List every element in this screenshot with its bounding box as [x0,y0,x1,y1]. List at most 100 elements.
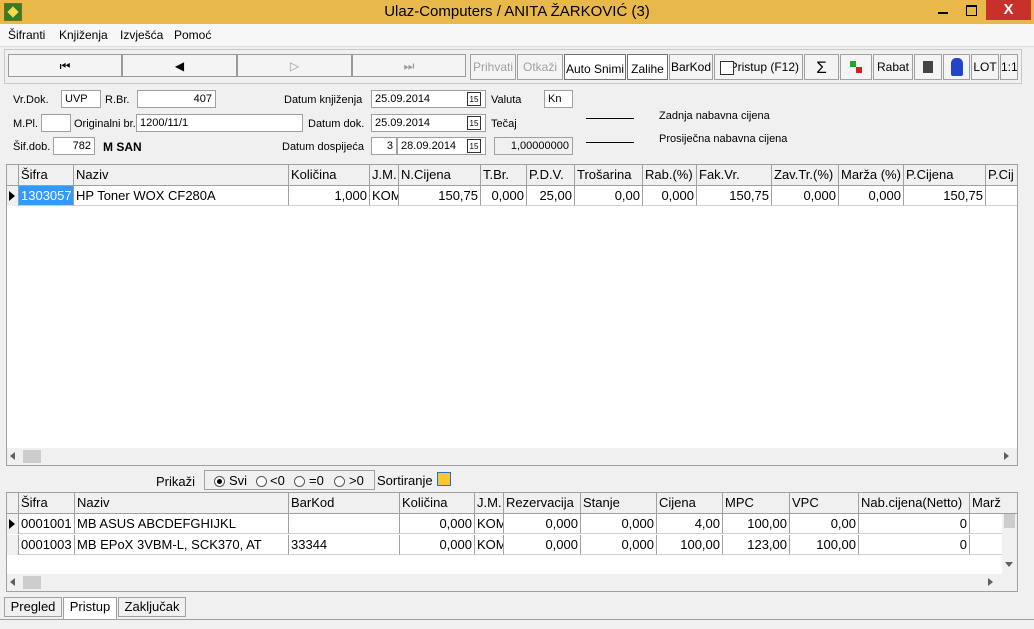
cell-sifra[interactable]: 0001003 [19,535,75,555]
column-header[interactable]: J.M. [475,493,504,513]
column-header[interactable]: MPC [723,493,790,513]
scroll-right-icon[interactable] [1004,452,1009,460]
cell-naziv[interactable]: HP Toner WOX CF280A [74,186,289,206]
cell-rabat[interactable]: 0,000 [643,186,697,206]
cell-trosarina[interactable]: 0,00 [575,186,643,206]
calendar-icon[interactable]: 15 [467,92,481,106]
scroll-right-icon[interactable] [988,578,993,586]
lot-button[interactable]: LOT [971,54,999,80]
next-record-button[interactable]: ▷ [237,54,352,77]
scroll-left-icon[interactable] [10,578,15,586]
cell-rezervacija[interactable]: 0,000 [504,514,581,534]
minimize-button[interactable] [926,0,960,20]
transfer-button[interactable] [840,54,872,80]
column-header[interactable]: Marža (%) [839,165,904,185]
filter-lt0-label[interactable]: <0 [270,473,285,488]
cell-nabcijena[interactable]: 0 [859,535,970,555]
scroll-thumb[interactable] [1004,514,1015,528]
column-header[interactable]: VPC [790,493,859,513]
column-header[interactable]: P.Cij [986,165,1017,185]
column-header[interactable]: P.D.V. [527,165,575,185]
column-header[interactable]: Fak.Vr. [697,165,772,185]
horizontal-scrollbar[interactable] [7,574,1017,591]
sum-button[interactable]: Σ [804,54,839,80]
cell-naziv[interactable]: MB EPoX 3VBM-L, SCK370, AT [75,535,289,555]
cell-jm[interactable]: KOM [370,186,399,206]
barkod-button[interactable]: BarKod [669,54,713,80]
dosp-dani-field[interactable]: 3 [371,137,397,155]
cell-stanje[interactable]: 0,000 [581,535,657,555]
column-header[interactable]: Rab.(%) [643,165,697,185]
cell-rezervacija[interactable]: 0,000 [504,535,581,555]
menu-sifranti[interactable]: Šifranti [8,28,45,42]
column-header[interactable]: T.Br. [481,165,527,185]
cell-cijena[interactable]: 4,00 [657,514,723,534]
maximize-button[interactable] [960,0,985,20]
tab-pristup[interactable]: Pristup [63,597,117,620]
scroll-down-icon[interactable] [1005,562,1013,567]
column-header[interactable]: Šifra [19,165,74,185]
cell-barkod[interactable] [289,514,400,534]
cell-marza[interactable] [970,535,1002,555]
cell-kolicina[interactable]: 0,000 [400,514,475,534]
filter-eq0-radio[interactable] [294,476,305,487]
otkazi-button[interactable]: Otkaži [517,54,563,80]
auto-snimi-button[interactable]: Auto Snimi [564,54,626,80]
cell-sifra[interactable]: 0001001 [19,514,75,534]
items-grid[interactable]: Šifra Naziv Količina J.M. N.Cijena T.Br.… [6,164,1018,466]
table-row[interactable]: 0001001 MB ASUS ABCDEFGHIJKL 0,000 KOM 0… [7,514,1002,535]
sortiranje-button[interactable]: Sortiranje [376,470,456,490]
column-header[interactable]: BarKod [289,493,400,513]
filter-svi-label[interactable]: Svi [229,473,247,488]
user-button[interactable] [943,54,970,80]
filter-gt0-radio[interactable] [334,476,345,487]
zalihe-button[interactable]: Zalihe [627,54,668,80]
cell-sifra[interactable]: 1303057 [19,186,74,206]
last-record-button[interactable]: ⏭ [352,54,466,77]
cell-mpc[interactable]: 100,00 [723,514,790,534]
column-header[interactable]: Zav.Tr.(%) [772,165,839,185]
column-header[interactable]: J.M. [370,165,399,185]
close-button[interactable]: X [986,0,1031,20]
cell-naziv[interactable]: MB ASUS ABCDEFGHIJKL [75,514,289,534]
cell-fakvr[interactable]: 150,75 [697,186,772,206]
cell-jm[interactable]: KOM [475,535,504,555]
cell-jm[interactable]: KOM [475,514,504,534]
column-header[interactable]: Naziv [74,165,289,185]
menu-knjizenja[interactable]: Knjiženja [59,28,108,42]
scroll-thumb[interactable] [23,576,41,589]
column-header[interactable]: Količina [400,493,475,513]
cell-marza[interactable] [970,514,1002,534]
filter-gt0-label[interactable]: >0 [349,473,364,488]
column-header[interactable]: Naziv [75,493,289,513]
cell-vpc[interactable]: 100,00 [790,535,859,555]
table-row[interactable]: 0001003 MB EPoX 3VBM-L, SCK370, AT 33344… [7,535,1002,556]
cell-marza[interactable]: 0,000 [839,186,904,206]
cell-ncijena[interactable]: 150,75 [399,186,481,206]
column-header[interactable]: Rezervacija [504,493,581,513]
scroll-thumb[interactable] [23,450,41,463]
horizontal-scrollbar[interactable] [7,448,1017,465]
cell-tbr[interactable]: 0,000 [481,186,527,206]
column-header[interactable]: Cijena [657,493,723,513]
column-header[interactable]: Trošarina [575,165,643,185]
cell-pdv[interactable]: 25,00 [527,186,575,206]
sif-dob-field[interactable]: 782 [53,137,95,155]
filter-svi-radio[interactable] [214,476,225,487]
table-row[interactable]: 1303057 HP Toner WOX CF280A 1,000 KOM 15… [7,186,1017,207]
tab-zakljucak[interactable]: Zaključak [118,597,186,617]
prihvati-button[interactable]: Prihvati [470,54,516,80]
valuta-field[interactable]: Kn [544,90,573,108]
column-header[interactable]: Stanje [581,493,657,513]
calendar-icon[interactable]: 15 [467,139,481,153]
first-record-button[interactable]: ⏮ [8,54,122,77]
prev-record-button[interactable]: ◀ [122,54,237,77]
calendar-icon[interactable]: 15 [467,116,481,130]
column-header[interactable]: N.Cijena [399,165,481,185]
cell-mpc[interactable]: 123,00 [723,535,790,555]
vertical-scrollbar[interactable] [1002,514,1017,574]
column-header[interactable]: Količina [289,165,370,185]
column-header[interactable]: Marž [970,493,1010,513]
column-header[interactable]: Nab.cijena(Netto) [859,493,970,513]
cell-barkod[interactable]: 33344 [289,535,400,555]
